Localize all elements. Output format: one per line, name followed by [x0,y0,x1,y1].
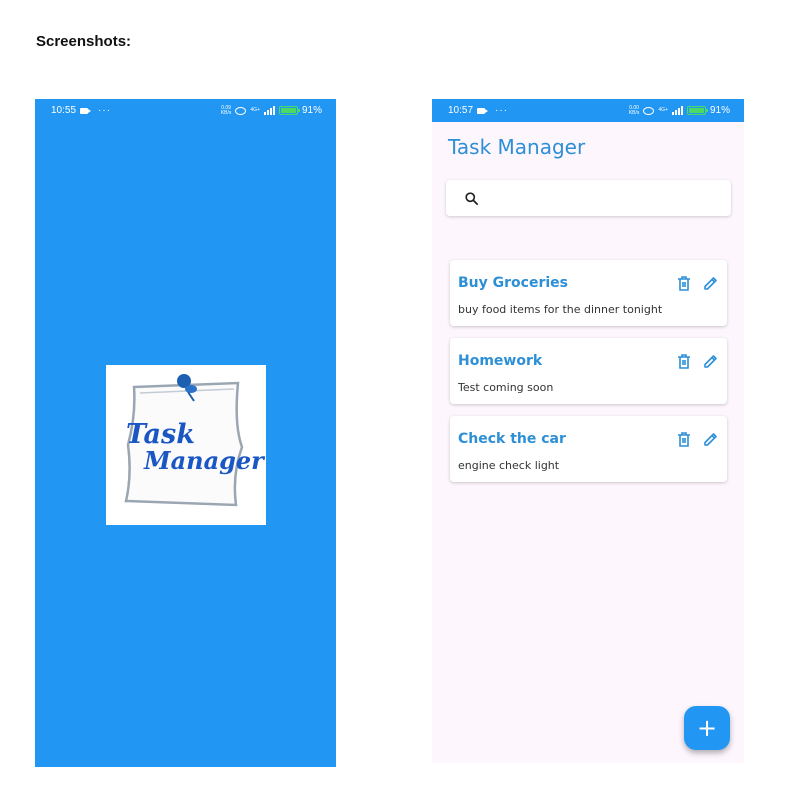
status-time: 10:57 [448,105,474,116]
hotspot-icon [235,106,247,115]
delete-icon[interactable] [676,353,692,369]
video-camera-icon [80,107,92,114]
splash-screen: 10:55 ··· 0.09 KB/s 4G+ 91% Task Manager [35,99,336,767]
sticky-note-icon: Task Manager [124,374,266,507]
task-description: Test coming soon [458,381,554,394]
status-bar: 10:55 ··· 0.09 KB/s 4G+ 91% [35,99,336,122]
edit-icon[interactable] [702,431,718,447]
battery-level: 91% [301,105,322,116]
task-card[interactable]: Homework Test coming soon [450,338,727,404]
search-input[interactable] [489,190,731,206]
task-description: buy food items for the dinner tonight [458,303,663,316]
task-title: Homework [458,353,543,369]
signal-icon [263,106,275,115]
page-heading: Screenshots: [36,33,132,50]
network-type: 4G+ [250,107,260,113]
task-list-screen: 10:57 ··· 0.00 KB/s 4G+ 91% Task Manager… [432,99,744,763]
signal-icon [671,106,683,115]
task-card[interactable]: Check the car engine check light [450,416,727,482]
network-speed: 0.00 KB/s [628,104,640,116]
delete-icon[interactable] [676,275,692,291]
video-camera-icon [477,107,489,114]
edit-icon[interactable] [702,275,718,291]
task-card[interactable]: Buy Groceries buy food items for the din… [450,260,727,326]
battery-icon [278,106,300,115]
edit-icon[interactable] [702,353,718,369]
network-type: 4G+ [658,107,668,113]
battery-level: 91% [709,105,730,116]
add-task-button[interactable]: + [684,706,730,750]
status-bar: 10:57 ··· 0.00 KB/s 4G+ 91% [432,99,744,122]
task-title: Check the car [458,431,566,447]
task-title: Buy Groceries [458,275,568,291]
status-time: 10:55 [51,105,77,116]
more-dots: ··· [98,105,112,116]
search-icon [465,191,478,205]
hotspot-icon [643,106,655,115]
app-logo: Task Manager [106,365,266,525]
task-description: engine check light [458,459,560,472]
network-speed: 0.09 KB/s [220,104,232,116]
battery-icon [686,106,708,115]
app-title: Task Manager [448,135,586,159]
logo-text-manager: Manager [143,446,266,475]
search-bar[interactable] [446,180,731,216]
more-dots: ··· [495,105,509,116]
plus-icon: + [696,714,718,742]
delete-icon[interactable] [676,431,692,447]
